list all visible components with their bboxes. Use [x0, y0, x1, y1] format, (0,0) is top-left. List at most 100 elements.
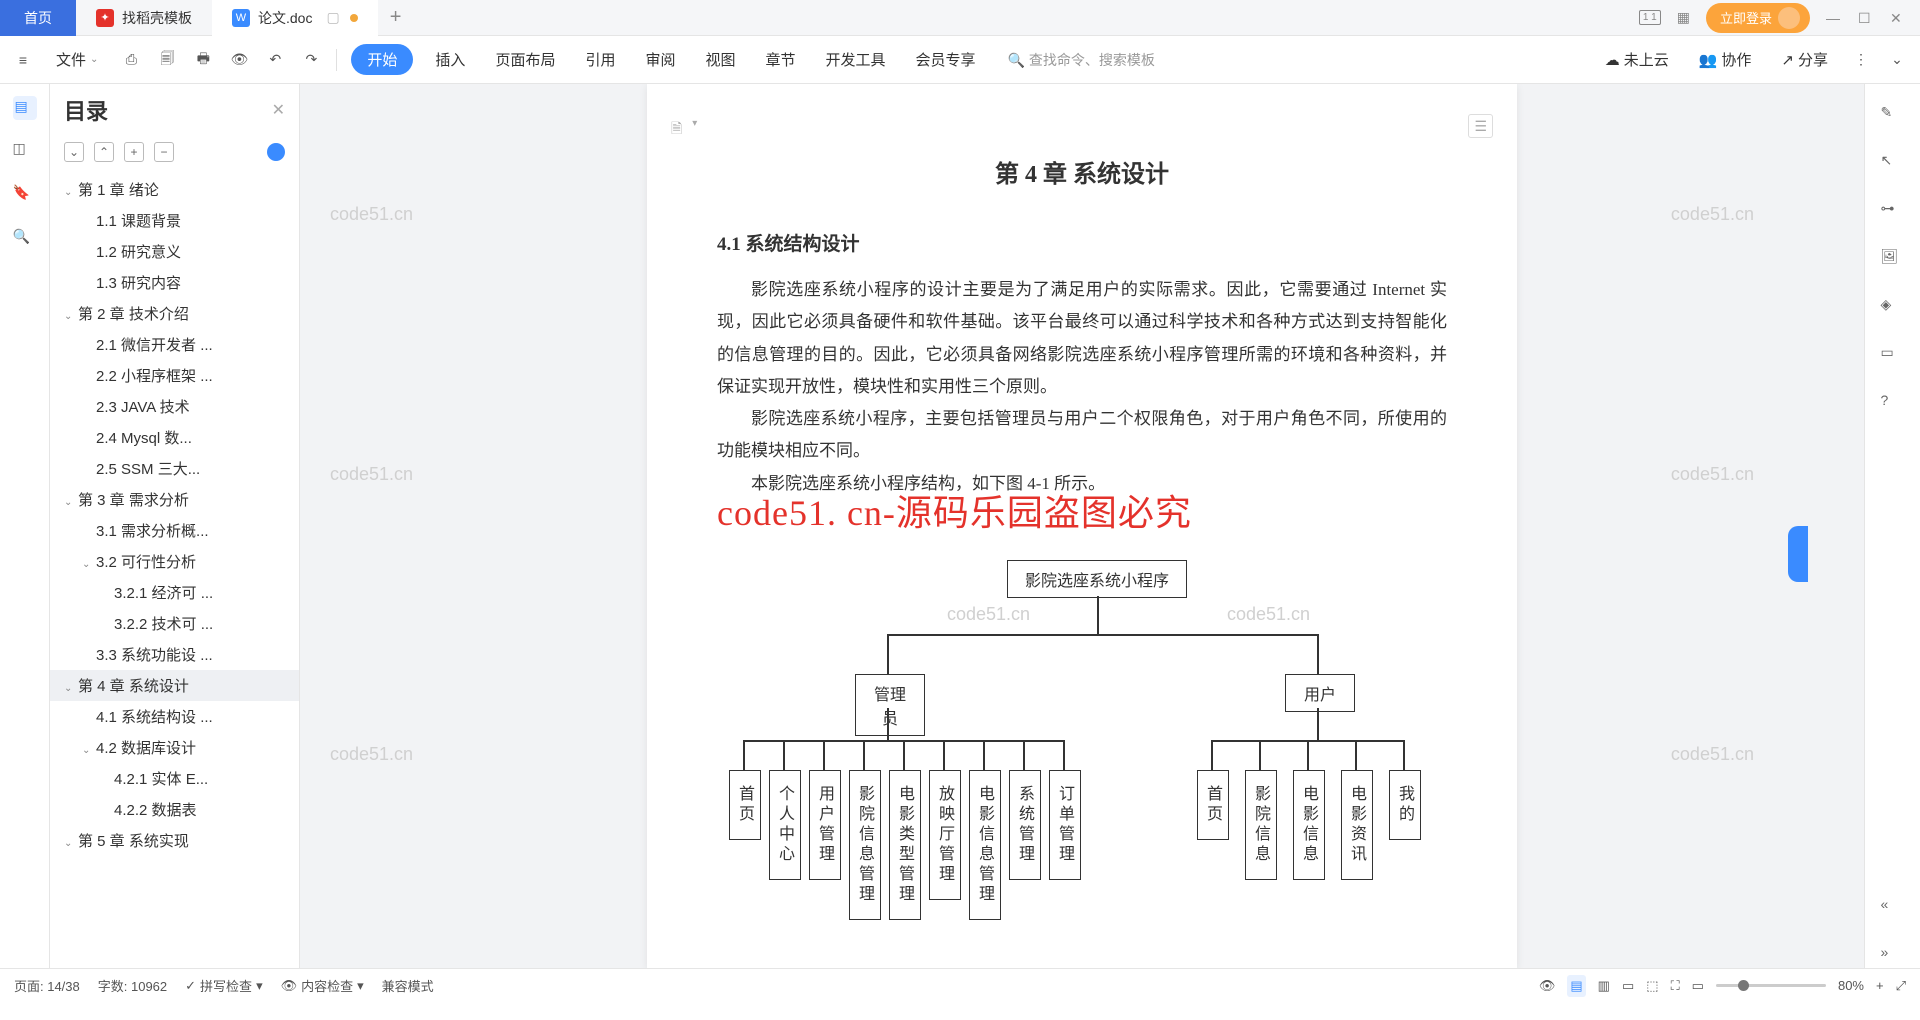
- outline-item[interactable]: 2.2 小程序框架 ...: [50, 360, 299, 391]
- cloud-status[interactable]: ☁ 未上云: [1597, 45, 1677, 74]
- expand-icon[interactable]: ▾: [692, 118, 697, 142]
- view-page-icon[interactable]: ▤: [1567, 975, 1585, 997]
- outline-item[interactable]: 1.1 课题背景: [50, 205, 299, 236]
- more-icon[interactable]: ⋮: [1850, 49, 1872, 71]
- outline-item[interactable]: 1.3 研究内容: [50, 267, 299, 298]
- ribbon-member[interactable]: 会员专享: [908, 45, 984, 74]
- zoom-out-button[interactable]: ▭: [1692, 978, 1704, 994]
- tab-document[interactable]: W 论文.doc ▢: [212, 0, 378, 36]
- chapter-icon[interactable]: ◫: [13, 140, 37, 164]
- file-menu[interactable]: 文件 ⌄: [48, 45, 106, 74]
- search-commands[interactable]: 🔍 查找命令、搜索模板: [1008, 50, 1155, 70]
- outline-item[interactable]: ⌄第 1 章 绪论: [50, 174, 299, 205]
- close-outline-icon[interactable]: ✕: [272, 100, 285, 120]
- zoom-in-button[interactable]: +: [1876, 978, 1884, 993]
- expand-all-icon[interactable]: ⌃: [94, 142, 114, 162]
- diagram-box: 影院选座系统小程序: [1007, 560, 1187, 598]
- redo-icon[interactable]: ↷: [300, 49, 322, 71]
- document-area[interactable]: code51.cn code51.cn code51.cn code51.cn …: [300, 84, 1864, 968]
- outline-item[interactable]: 3.2.1 经济可 ...: [50, 577, 299, 608]
- add-tab-button[interactable]: +: [378, 6, 414, 29]
- ribbon-start[interactable]: 开始: [351, 44, 413, 75]
- save-icon[interactable]: ⎙: [120, 49, 142, 71]
- pen-icon[interactable]: ✎: [1881, 104, 1905, 128]
- search-icon[interactable]: 🔍: [13, 228, 37, 252]
- ribbon-chapter[interactable]: 章节: [758, 45, 804, 74]
- undo-icon[interactable]: ↶: [264, 49, 286, 71]
- view-outline-icon[interactable]: ▥: [1598, 978, 1610, 994]
- view-read-icon[interactable]: ⬚: [1646, 978, 1658, 994]
- book-icon[interactable]: ▭: [1881, 344, 1905, 368]
- zoom-slider[interactable]: [1716, 984, 1826, 987]
- outline-item[interactable]: ⌄第 5 章 系统实现: [50, 825, 299, 856]
- share-button[interactable]: ↗ 分享: [1773, 45, 1836, 74]
- settings-icon[interactable]: ⊶: [1881, 200, 1905, 224]
- outline-item[interactable]: 2.1 微信开发者 ...: [50, 329, 299, 360]
- scroll-up-icon[interactable]: «: [1881, 896, 1905, 920]
- ribbon-view[interactable]: 视图: [697, 45, 743, 74]
- login-button[interactable]: 立即登录: [1706, 3, 1810, 33]
- outline-item[interactable]: 1.2 研究意义: [50, 236, 299, 267]
- contentcheck-button[interactable]: 👁 内容检查 ▾: [281, 976, 364, 995]
- outline-item[interactable]: ⌄第 3 章 需求分析: [50, 484, 299, 515]
- ribbon-reference[interactable]: 引用: [577, 45, 623, 74]
- outline-icon[interactable]: ▤: [13, 96, 37, 120]
- outline-item[interactable]: ⌄3.2 可行性分析: [50, 546, 299, 577]
- minimize-button[interactable]: —: [1826, 10, 1842, 26]
- outline-tree[interactable]: ⌄第 1 章 绪论1.1 课题背景1.2 研究意义1.3 研究内容⌄第 2 章 …: [50, 168, 299, 968]
- add-level-icon[interactable]: +: [124, 142, 144, 162]
- scroll-down-icon[interactable]: »: [1881, 944, 1905, 968]
- outline-item[interactable]: ⌄第 4 章 系统设计: [50, 670, 299, 701]
- spellcheck-button[interactable]: ✓ 拼写检查 ▾: [185, 976, 262, 995]
- remove-level-icon[interactable]: −: [154, 142, 174, 162]
- filter-icon[interactable]: ☰: [1468, 114, 1493, 138]
- outline-item[interactable]: 3.1 需求分析概...: [50, 515, 299, 546]
- collab-button[interactable]: 👥 协作: [1691, 45, 1760, 74]
- outline-item[interactable]: 4.1 系统结构设 ...: [50, 701, 299, 732]
- print-icon[interactable]: 🖶: [192, 49, 214, 71]
- page-count[interactable]: 页面: 14/38: [14, 976, 80, 995]
- maximize-button[interactable]: ☐: [1858, 10, 1874, 26]
- page-icon[interactable]: 🗎: [671, 118, 682, 142]
- close-button[interactable]: ✕: [1890, 10, 1906, 26]
- outline-item[interactable]: 3.3 系统功能设 ...: [50, 639, 299, 670]
- outline-item[interactable]: 2.4 Mysql 数...: [50, 422, 299, 453]
- compat-mode[interactable]: 兼容模式: [382, 976, 434, 995]
- zoom-value[interactable]: 80%: [1838, 978, 1864, 993]
- sync-badge-icon[interactable]: [267, 143, 285, 161]
- diamond-icon[interactable]: ◈: [1881, 296, 1905, 320]
- tab-home[interactable]: 首页: [0, 0, 76, 36]
- word-count[interactable]: 字数: 10962: [98, 976, 167, 995]
- outline-item[interactable]: ⌄4.2 数据库设计: [50, 732, 299, 763]
- left-sidebar: ▤ ◫ 🔖 🔍: [0, 84, 50, 968]
- outline-item[interactable]: 3.2.2 技术可 ...: [50, 608, 299, 639]
- view-web-icon[interactable]: ▭: [1622, 978, 1634, 994]
- visibility-icon[interactable]: 👁: [1539, 978, 1556, 994]
- zoom-fit-icon[interactable]: ⛶: [1671, 978, 1680, 994]
- ribbon-review[interactable]: 审阅: [637, 45, 683, 74]
- save2-icon[interactable]: 🗐: [156, 49, 178, 71]
- help-icon[interactable]: ?: [1881, 392, 1905, 416]
- select-icon[interactable]: ↖: [1881, 152, 1905, 176]
- tab-device-icon[interactable]: ▢: [326, 9, 339, 26]
- outline-item[interactable]: 4.2.2 数据表: [50, 794, 299, 825]
- ribbon-insert[interactable]: 插入: [427, 45, 473, 74]
- outline-item[interactable]: 2.5 SSM 三大...: [50, 453, 299, 484]
- apps-icon[interactable]: ▦: [1677, 9, 1690, 26]
- bookmark-icon[interactable]: 🔖: [13, 184, 37, 208]
- image-icon[interactable]: 🖼: [1881, 248, 1905, 272]
- outline-item[interactable]: ⌄第 2 章 技术介绍: [50, 298, 299, 329]
- collapse-all-icon[interactable]: ⌄: [64, 142, 84, 162]
- layout-icon[interactable]: 1 1: [1639, 10, 1661, 25]
- outline-item[interactable]: 4.2.1 实体 E...: [50, 763, 299, 794]
- outline-item[interactable]: 2.3 JAVA 技术: [50, 391, 299, 422]
- collapse-ribbon-icon[interactable]: ⌄: [1886, 49, 1908, 71]
- ribbon-pagelayout[interactable]: 页面布局: [487, 45, 563, 74]
- right-panel-handle[interactable]: [1788, 526, 1808, 582]
- tab-templates[interactable]: ✦ 找稻壳模板: [76, 0, 212, 36]
- ribbon-devtools[interactable]: 开发工具: [818, 45, 894, 74]
- menu-icon[interactable]: ≡: [12, 49, 34, 71]
- preview-icon[interactable]: 👁: [228, 49, 250, 71]
- fullscreen-icon[interactable]: ⤢: [1896, 978, 1906, 994]
- main-area: ▤ ◫ 🔖 🔍 目录 ✕ ⌄ ⌃ + − ⌄第 1 章 绪论1.1 课题背景1.…: [0, 84, 1920, 968]
